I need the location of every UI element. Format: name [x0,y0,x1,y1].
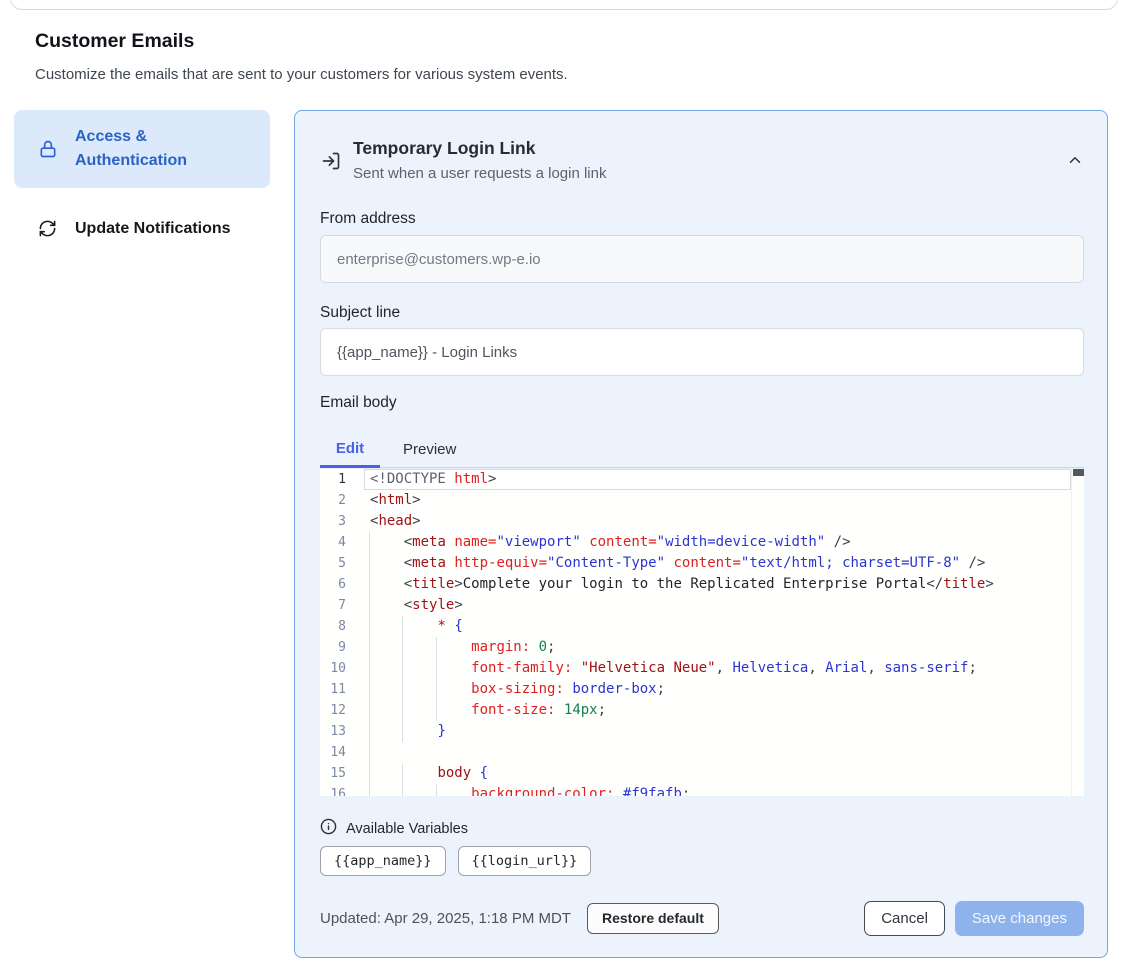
info-icon [320,818,337,840]
line-number: 7 [320,595,346,616]
code-text: box-sizing: border-box; [370,679,665,700]
from-address-label: From address [320,210,416,228]
code-line[interactable]: 15 body { [320,763,1084,784]
line-number: 12 [320,700,346,721]
line-number: 16 [320,784,346,796]
refresh-icon [38,219,58,239]
code-text: <title>Complete your login to the Replic… [370,574,994,595]
code-text: font-family: "Helvetica Neue", Helvetica… [370,658,977,679]
email-body-label: Email body [320,394,397,412]
code-text: font-size: 14px; [370,700,606,721]
sidebar-item-label: Access & Authentication [75,125,252,173]
line-number: 3 [320,511,346,532]
code-text: <meta name="viewport" content="width=dev… [370,532,851,553]
code-line[interactable]: 7 <style> [320,595,1084,616]
code-text: <meta http-equiv="Content-Type" content=… [370,553,985,574]
available-variables-row: Available Variables [320,818,468,840]
code-line[interactable]: 3 <head> [320,511,1084,532]
page-subtitle: Customize the emails that are sent to yo… [35,66,568,83]
editor-scrollbar[interactable] [1071,469,1084,796]
code-line[interactable]: 1 <!DOCTYPE html> [320,469,1084,490]
tab-edit[interactable]: Edit [320,431,380,468]
line-number: 2 [320,490,346,511]
restore-default-button[interactable]: Restore default [587,903,719,934]
code-text: body { [370,763,488,784]
sidebar-item-update-notifications[interactable]: Update Notifications [14,209,270,249]
chevron-up-icon [1066,157,1084,172]
cancel-button[interactable]: Cancel [864,901,945,936]
code-text: <head> [370,511,421,532]
collapse-section-button[interactable] [1063,149,1087,173]
variable-chip[interactable]: {{login_url}} [458,846,592,876]
code-text: <html> [370,490,421,511]
from-address-input[interactable] [320,235,1084,283]
variable-chip[interactable]: {{app_name}} [320,846,446,876]
code-editor[interactable]: 1<!DOCTYPE html>2<html>3<head>4 <meta na… [320,469,1084,796]
code-line[interactable]: 10 font-family: "Helvetica Neue", Helvet… [320,658,1084,679]
subject-line-label: Subject line [320,304,400,322]
line-number: 8 [320,616,346,637]
code-text: * { [370,616,463,637]
line-number: 1 [320,469,346,490]
code-text: } [370,721,446,742]
available-variables-label: Available Variables [346,821,468,837]
line-number: 11 [320,679,346,700]
code-line[interactable]: 12 font-size: 14px; [320,700,1084,721]
sidebar-item-access-authentication[interactable]: Access & Authentication [14,110,270,188]
login-icon [321,151,341,171]
page-title: Customer Emails [35,30,194,53]
line-number: 10 [320,658,346,679]
code-line[interactable]: 6 <title>Complete your login to the Repl… [320,574,1084,595]
code-line[interactable]: 11 box-sizing: border-box; [320,679,1084,700]
code-text: <!DOCTYPE html> [370,469,496,490]
email-body-tabs: EditPreview [320,431,1084,468]
code-line[interactable]: 13 } [320,721,1084,742]
line-number: 15 [320,763,346,784]
code-text: <style> [370,595,463,616]
line-number: 13 [320,721,346,742]
code-text: background-color: #f9fafb; [370,784,690,796]
previous-card-bottom-edge [10,0,1118,10]
tab-preview[interactable]: Preview [380,431,479,468]
save-changes-button[interactable]: Save changes [955,901,1084,936]
panel-footer: Updated: Apr 29, 2025, 1:18 PM MDT Resto… [320,900,1084,936]
sidebar-item-label: Update Notifications [75,217,231,241]
line-number: 4 [320,532,346,553]
code-text: margin: 0; [370,637,555,658]
email-types-sidebar: Access & Authentication Update Notificati… [14,110,270,249]
line-number: 5 [320,553,346,574]
indent-guide [369,742,370,763]
code-line[interactable]: 16 background-color: #f9fafb; [320,784,1084,796]
section-subtitle: Sent when a user requests a login link [353,165,606,182]
code-line[interactable]: 14 [320,742,1084,763]
temporary-login-link-panel: Temporary Login Link Sent when a user re… [294,110,1108,958]
code-line[interactable]: 8 * { [320,616,1084,637]
subject-line-input[interactable] [320,328,1084,376]
scrollbar-thumb[interactable] [1073,469,1084,476]
code-line[interactable]: 9 margin: 0; [320,637,1084,658]
line-number: 6 [320,574,346,595]
section-title: Temporary Login Link [353,138,535,159]
line-number: 14 [320,742,346,763]
code-line[interactable]: 5 <meta http-equiv="Content-Type" conten… [320,553,1084,574]
code-line[interactable]: 4 <meta name="viewport" content="width=d… [320,532,1084,553]
variable-chips: {{app_name}} {{login_url}} [320,846,591,876]
updated-timestamp: Updated: Apr 29, 2025, 1:18 PM MDT [320,910,571,927]
code-line[interactable]: 2 <html> [320,490,1084,511]
lock-icon [38,139,58,159]
line-number: 9 [320,637,346,658]
